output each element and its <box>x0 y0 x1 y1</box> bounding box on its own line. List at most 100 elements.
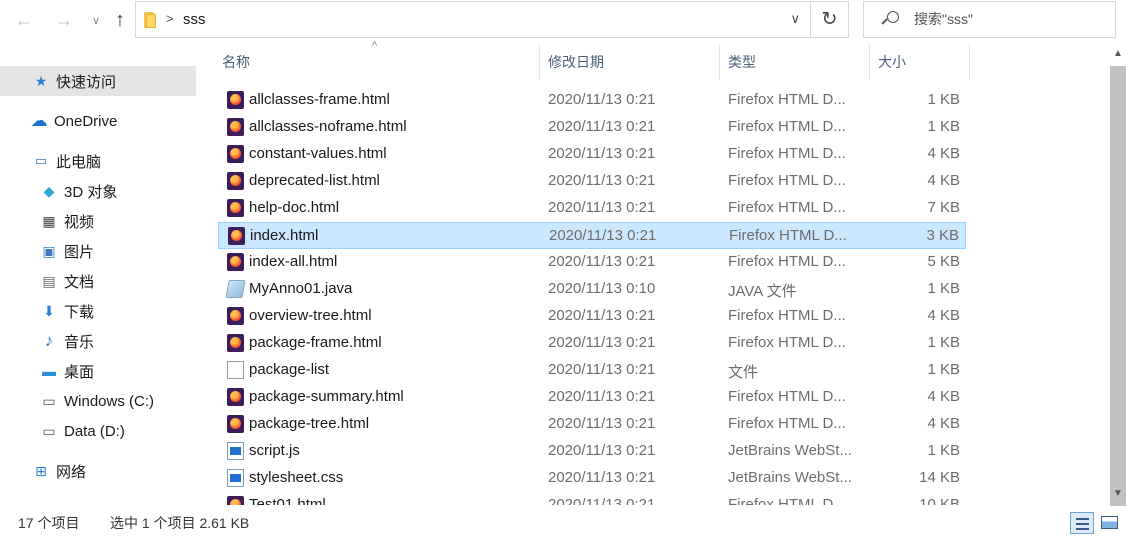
music-icon: ♪ <box>44 331 54 350</box>
sidebar-item-label: 桌面 <box>64 363 95 381</box>
address-dropdown-icon[interactable]: ∨ <box>790 11 800 27</box>
sidebar-item-network[interactable]: ⊞ 网络 <box>0 456 196 486</box>
column-header-size[interactable]: 大小 <box>870 44 970 80</box>
table-row[interactable]: stylesheet.css 2020/11/13 0:21 JetBrains W… <box>218 465 966 492</box>
table-row[interactable]: index-all.html 2020/11/13 0:21 Firefox HTM… <box>218 249 966 276</box>
table-row[interactable]: index.html 2020/11/13 0:21 Firefox HTML D.… <box>218 222 966 249</box>
arrow-up-icon: ↑ <box>115 8 125 31</box>
sidebar-item-this-pc[interactable]: ▭ 此电脑 <box>0 146 196 176</box>
file-modified-date: 2020/11/13 0:21 <box>548 118 656 135</box>
file-size: 1 KB <box>927 280 960 297</box>
table-row[interactable]: package-frame.html 2020/11/13 0:21 Firefox… <box>218 330 966 357</box>
file-size: 1 KB <box>927 361 960 378</box>
table-row[interactable]: script.js 2020/11/13 0:21 JetBrains WebSt.… <box>218 438 966 465</box>
file-modified-date: 2020/11/13 0:21 <box>548 442 656 459</box>
file-name: index-all.html <box>249 253 338 270</box>
file-type: Firefox HTML D... <box>728 307 846 324</box>
sidebar-item-music[interactable]: ♪ 音乐 <box>0 326 196 356</box>
table-row[interactable]: package-list 2020/11/13 0:21 文件 1 KB <box>218 357 966 384</box>
search-input[interactable] <box>914 11 1104 27</box>
firefox-html-icon <box>227 415 244 433</box>
sidebar-item-quick-access[interactable]: ★ 快速访问 <box>0 66 196 96</box>
sidebar-item-label: Windows (C:) <box>64 392 155 410</box>
search-icon <box>880 10 900 30</box>
sidebar-item-3d-objects[interactable]: ◆ 3D 对象 <box>0 176 196 206</box>
windows-drive-icon: ▭ <box>42 392 56 409</box>
table-row[interactable]: constant-values.html 2020/11/13 0:21 Firef… <box>218 141 966 168</box>
vertical-scrollbar[interactable]: ▲ ▼ <box>1108 44 1128 508</box>
file-list: allclasses-frame.html 2020/11/13 0:21 Fire… <box>218 87 968 505</box>
file-modified-date: 2020/11/13 0:21 <box>548 307 656 324</box>
table-row[interactable]: MyAnno01.java 2020/11/13 0:10 JAVA 文件 1 KB <box>218 276 966 303</box>
file-modified-date: 2020/11/13 0:21 <box>548 199 656 216</box>
recent-locations-button[interactable]: ∨ <box>84 6 108 34</box>
table-row[interactable]: Test01.html 2020/11/13 0:21 Firefox HTML D… <box>218 492 966 505</box>
refresh-button[interactable]: ↻ <box>811 1 849 38</box>
table-row[interactable]: package-tree.html 2020/11/13 0:21 Firefox … <box>218 411 966 438</box>
folder-icon <box>144 12 158 28</box>
file-type: Firefox HTML D... <box>728 253 846 270</box>
file-type: Firefox HTML D... <box>729 227 847 244</box>
file-type: Firefox HTML D... <box>728 199 846 216</box>
up-button[interactable]: ↑ <box>108 6 132 34</box>
breadcrumb-chevron-icon[interactable]: > <box>166 11 174 26</box>
scroll-up-icon[interactable]: ▲ <box>1108 48 1128 64</box>
scroll-down-icon[interactable]: ▼ <box>1108 488 1128 504</box>
large-icons-view-icon[interactable] <box>1098 512 1122 534</box>
file-name: stylesheet.css <box>249 469 344 486</box>
sidebar-item-videos[interactable]: ▦ 视频 <box>0 206 196 236</box>
file-name: MyAnno01.java <box>249 280 353 297</box>
file-name: constant-values.html <box>249 145 387 162</box>
column-header-type[interactable]: 类型 <box>720 44 870 80</box>
file-type: Firefox HTML D... <box>728 172 846 189</box>
sidebar-item-documents[interactable]: ▤ 文档 <box>0 266 196 296</box>
blank-file-icon <box>227 361 244 379</box>
file-name: help-doc.html <box>249 199 340 216</box>
file-size: 1 KB <box>927 91 960 108</box>
file-type: Firefox HTML D... <box>728 496 846 505</box>
star-icon: ★ <box>34 72 48 89</box>
sidebar-item-data-d[interactable]: ▭ Data (D:) <box>0 416 196 446</box>
table-row[interactable]: allclasses-noframe.html 2020/11/13 0:21 Fi… <box>218 114 966 141</box>
sidebar-item-downloads[interactable]: ⬇ 下载 <box>0 296 196 326</box>
scroll-thumb[interactable] <box>1110 66 1126 506</box>
file-modified-date: 2020/11/13 0:21 <box>548 172 656 189</box>
firefox-html-icon <box>227 496 244 505</box>
file-size: 1 KB <box>927 334 960 351</box>
sidebar-item-pictures[interactable]: ▣ 图片 <box>0 236 196 266</box>
details-view-icon[interactable] <box>1070 512 1094 534</box>
search-box[interactable] <box>863 1 1116 38</box>
sidebar-item-label: 文档 <box>64 273 95 291</box>
file-type: JetBrains WebSt... <box>728 469 852 486</box>
back-button[interactable]: ← <box>12 6 36 34</box>
file-name: overview-tree.html <box>249 307 372 324</box>
download-icon: ⬇ <box>43 302 55 319</box>
column-header-name[interactable]: 名称 <box>214 44 540 80</box>
breadcrumb-current-folder[interactable]: sss <box>183 11 206 28</box>
firefox-html-icon <box>228 227 245 245</box>
table-row[interactable]: package-summary.html 2020/11/13 0:21 Firef… <box>218 384 966 411</box>
table-row[interactable]: overview-tree.html 2020/11/13 0:21 Firefox… <box>218 303 966 330</box>
file-modified-date: 2020/11/13 0:21 <box>548 361 656 378</box>
column-header-date[interactable]: 修改日期 <box>540 44 720 80</box>
file-size: 4 KB <box>927 172 960 189</box>
file-name: package-tree.html <box>249 415 370 432</box>
address-bar-row: ← → ∨ ↑ > sss ∨ ↻ <box>0 0 1129 40</box>
file-size: 10 KB <box>919 496 960 505</box>
forward-button[interactable]: → <box>52 6 76 34</box>
file-name: package-list <box>249 361 330 378</box>
sidebar-item-onedrive[interactable]: ☁ OneDrive <box>0 106 196 136</box>
file-size: 4 KB <box>927 388 960 405</box>
table-row[interactable]: allclasses-frame.html 2020/11/13 0:21 Fire… <box>218 87 966 114</box>
sidebar-item-desktop[interactable]: ▬ 桌面 <box>0 356 196 386</box>
address-bar[interactable]: > sss ∨ <box>135 1 811 38</box>
computer-icon: ▭ <box>34 153 48 168</box>
file-size: 14 KB <box>919 469 960 486</box>
file-modified-date: 2020/11/13 0:21 <box>548 253 656 270</box>
chevron-down-icon: ∨ <box>91 14 101 27</box>
sidebar-item-windows-c[interactable]: ▭ Windows (C:) <box>0 386 196 416</box>
file-name: package-frame.html <box>249 334 382 351</box>
network-icon: ⊞ <box>35 462 47 479</box>
table-row[interactable]: deprecated-list.html 2020/11/13 0:21 Firef… <box>218 168 966 195</box>
table-row[interactable]: help-doc.html 2020/11/13 0:21 Firefox HTML… <box>218 195 966 222</box>
